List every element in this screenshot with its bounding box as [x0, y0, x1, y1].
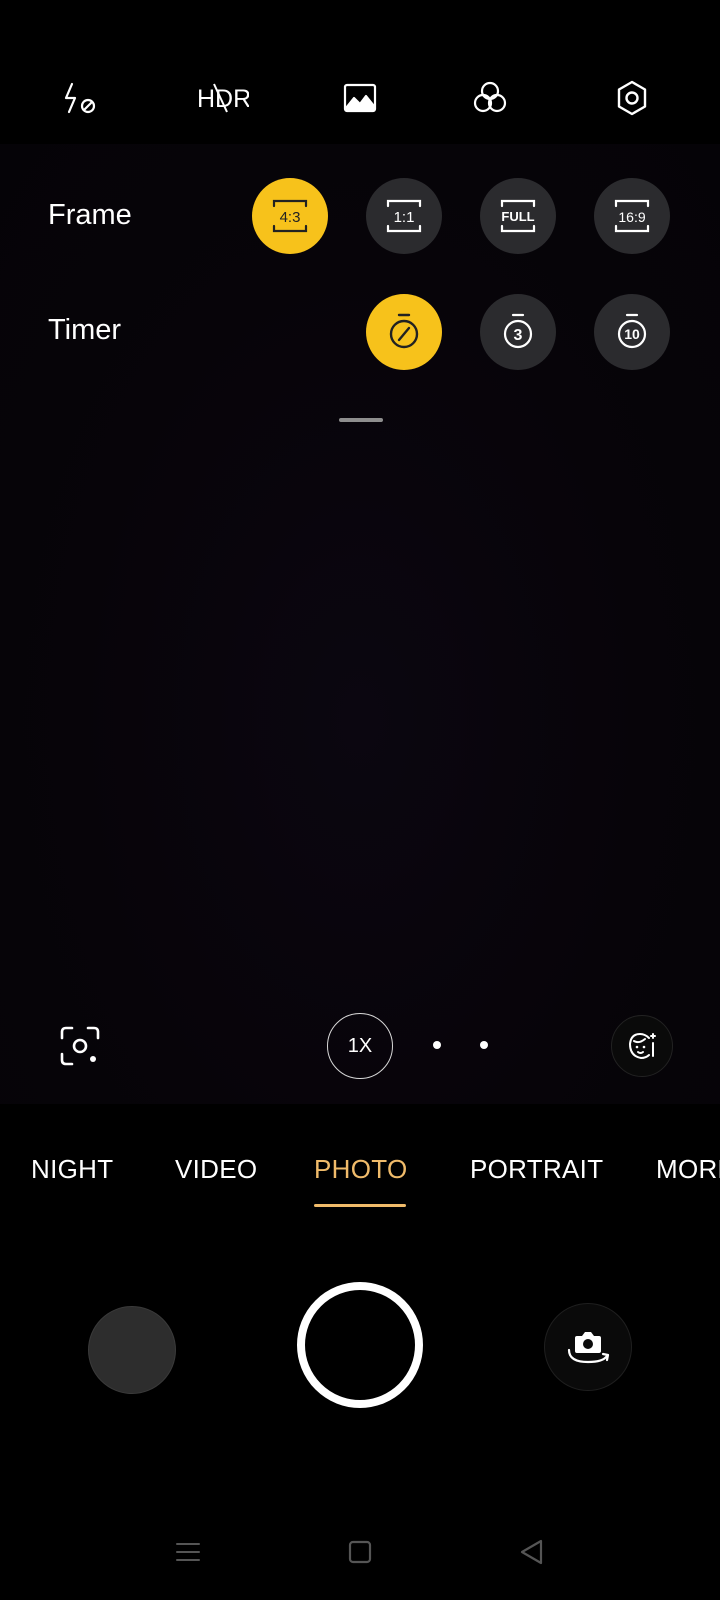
timer-label: Timer — [48, 314, 122, 346]
active-mode-indicator — [314, 1204, 406, 1207]
hdr-label: HDR — [197, 85, 249, 113]
mode-photo[interactable]: PHOTO — [314, 1154, 407, 1185]
frame-option-full-label: FULL — [501, 209, 534, 224]
frame-option-1-1[interactable]: 1:1 — [366, 178, 442, 254]
back-icon[interactable] — [512, 1532, 552, 1572]
zoom-label: 1X — [347, 1034, 373, 1057]
frame-option-4-3[interactable]: 4:3 — [252, 178, 328, 254]
settings-icon[interactable] — [612, 78, 652, 118]
recent-apps-icon[interactable] — [168, 1532, 208, 1572]
gallery-thumbnail[interactable] — [88, 1306, 176, 1394]
frame-option-16-9[interactable]: 16:9 — [594, 178, 670, 254]
mode-more[interactable]: MORE — [656, 1154, 720, 1185]
frame-option-full[interactable]: FULL — [480, 178, 556, 254]
mode-portrait[interactable]: PORTRAIT — [470, 1154, 603, 1185]
timer-option-10s[interactable]: 10 — [594, 294, 670, 370]
panel-drag-handle[interactable] — [339, 418, 383, 422]
mode-night[interactable]: NIGHT — [31, 1154, 113, 1185]
beauty-mode-button[interactable] — [611, 1015, 673, 1077]
top-toolbar: HDR — [0, 0, 720, 144]
zoom-1x-button[interactable]: 1X — [327, 1013, 393, 1079]
switch-camera-button[interactable] — [544, 1303, 632, 1391]
frame-option-16-9-label: 16:9 — [618, 209, 645, 225]
shutter-button[interactable] — [297, 1282, 423, 1408]
switch-camera-icon — [567, 1332, 610, 1364]
flash-off-icon[interactable] — [60, 78, 100, 118]
zoom-level-dot[interactable] — [480, 1041, 488, 1049]
frame-label: Frame — [48, 199, 132, 231]
mode-video[interactable]: VIDEO — [175, 1154, 257, 1185]
google-lens-icon[interactable] — [58, 1024, 102, 1068]
system-navigation-bar — [0, 1520, 720, 1600]
image-icon[interactable] — [340, 78, 380, 118]
hdr-off-icon[interactable]: HDR — [197, 78, 249, 118]
frame-option-4-3-label: 4:3 — [280, 209, 301, 226]
camera-mode-selector: NIGHT VIDEO PHOTO PORTRAIT MORE — [0, 1104, 720, 1214]
home-icon[interactable] — [340, 1532, 380, 1572]
zoom-level-dot[interactable] — [433, 1041, 441, 1049]
camera-viewfinder[interactable] — [0, 144, 720, 1104]
filter-icon[interactable] — [470, 78, 510, 118]
frame-option-1-1-label: 1:1 — [394, 209, 415, 226]
timer-option-3s-label: 3 — [514, 327, 523, 344]
timer-option-10s-label: 10 — [624, 326, 640, 342]
timer-option-3s[interactable]: 3 — [480, 294, 556, 370]
timer-option-off[interactable] — [366, 294, 442, 370]
